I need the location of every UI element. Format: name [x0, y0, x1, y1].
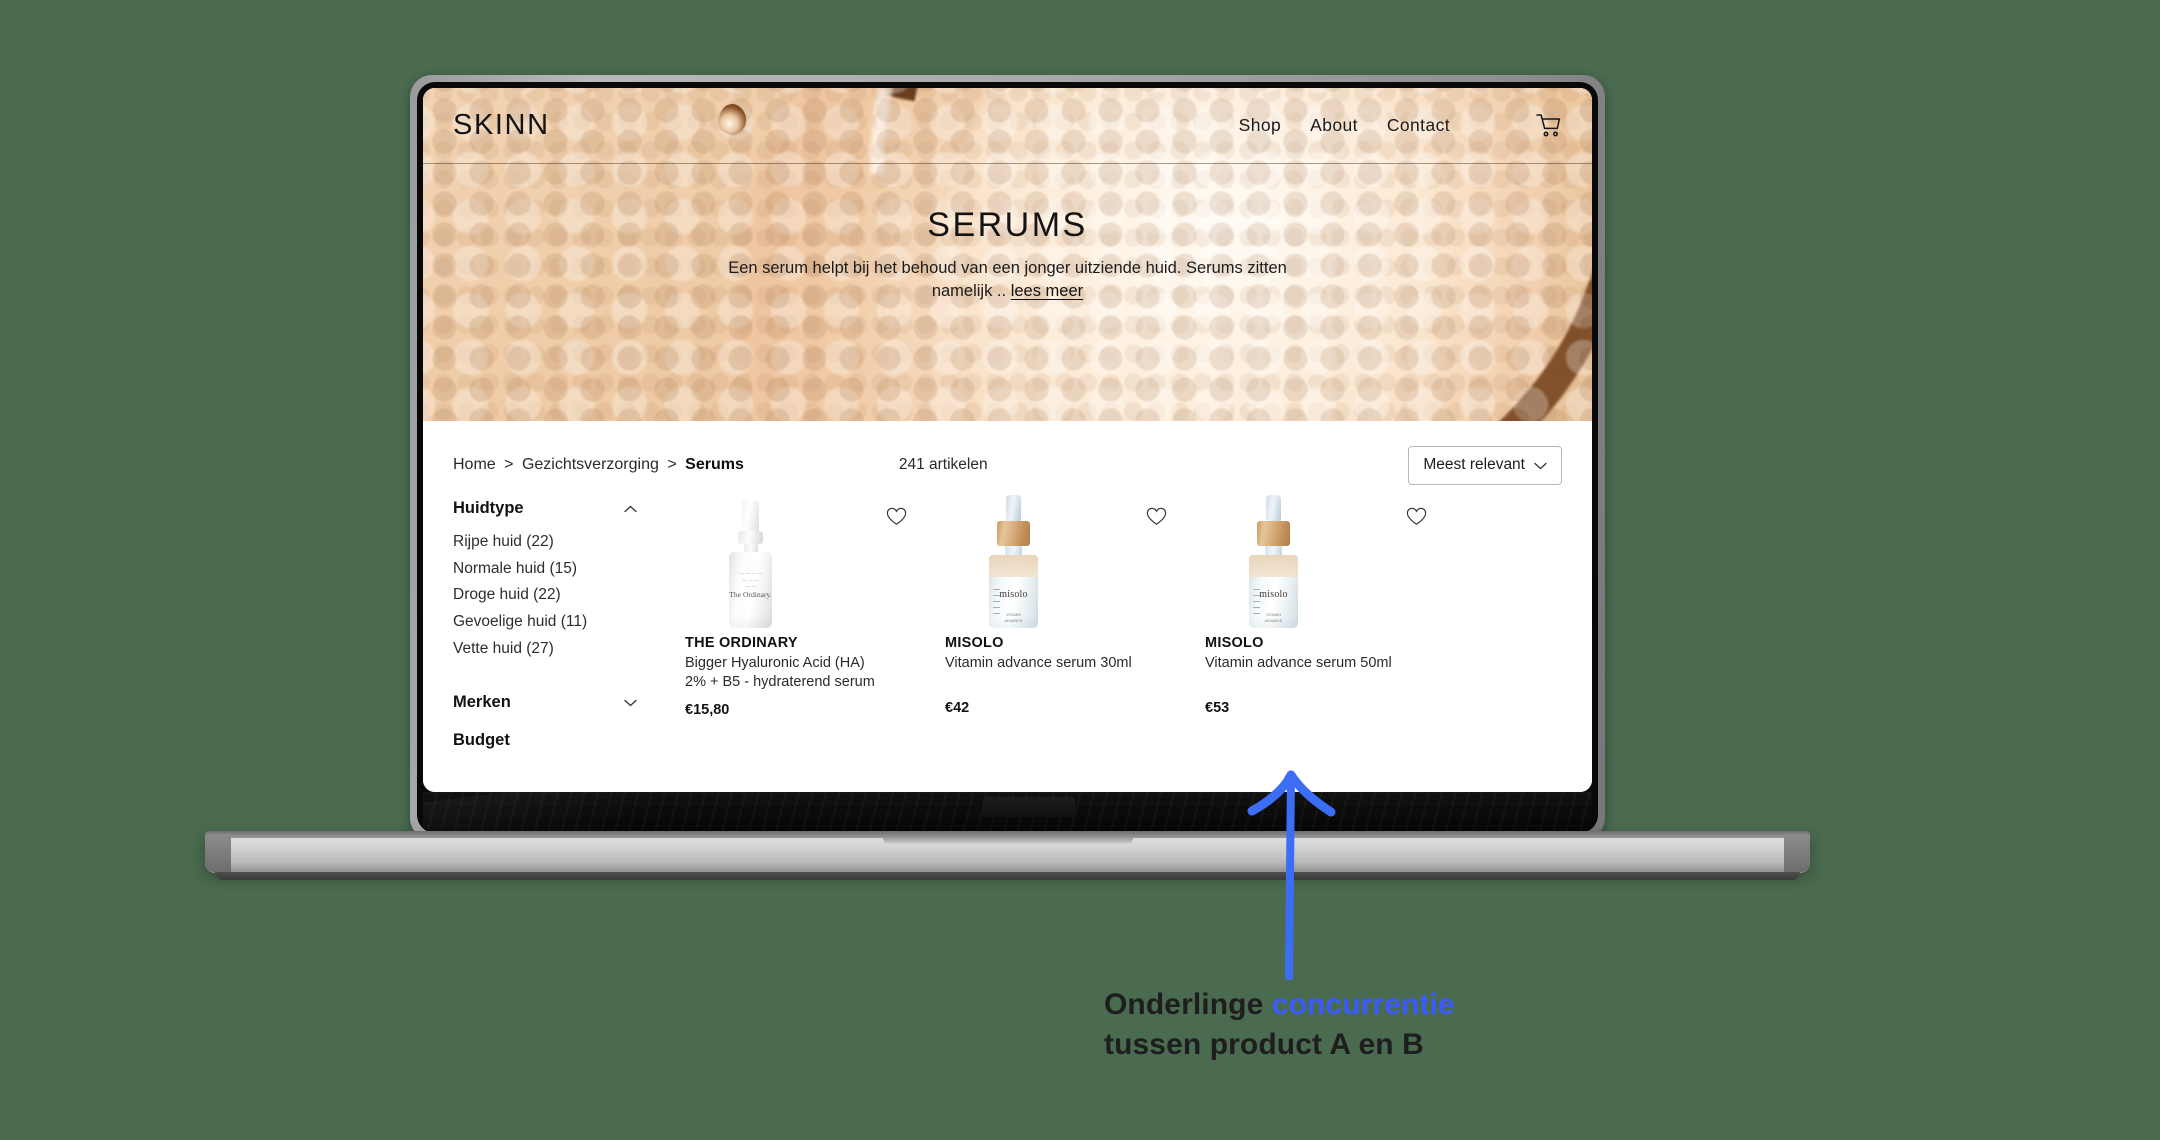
laptop-keyboard-deck: [423, 792, 1592, 833]
filter-option-rijpe-huid[interactable]: Rijpe huid (22): [453, 529, 685, 556]
product-media: misolo VITAMIN ADVANCE: [1205, 493, 1465, 628]
annotation-text: Onderlinge concurrentie tussen product A…: [1104, 985, 1744, 1064]
sort-selected-label: Meest relevant: [1423, 456, 1525, 473]
site-header: SKINN Shop About Contact: [423, 88, 1592, 164]
product-name-line1: Bigger Hyaluronic Acid (HA): [685, 655, 865, 671]
laptop-base-notch: [882, 838, 1133, 844]
product-grid: — — — — — — — — — The Ordinary. THE ORDI…: [685, 485, 1562, 750]
chevron-down-icon: [1534, 458, 1547, 473]
breadcrumb-separator: >: [667, 456, 677, 473]
product-media: — — — — — — — — — The Ordinary.: [685, 493, 945, 628]
product-price: €42: [945, 700, 970, 717]
laptop-base-edge-left: [205, 834, 231, 872]
nav-shop[interactable]: Shop: [1239, 115, 1281, 136]
breadcrumb-home[interactable]: Home: [453, 456, 496, 473]
laptop-mockup: SKINN Shop About Contact SERUMS Een seru…: [205, 75, 1810, 880]
catalog-toolbar: Home > Gezichtsverzorging > Serums 241 a…: [453, 421, 1562, 485]
laptop-base-edge-right: [1784, 834, 1810, 872]
product-name-line2: 2% + B5 - hydraterend serum: [685, 674, 875, 691]
main-nav: Shop About Contact: [1239, 113, 1562, 138]
breadcrumb-category[interactable]: Gezichtsverzorging: [522, 456, 659, 473]
product-brand: MISOLO: [1205, 635, 1264, 651]
nav-contact[interactable]: Contact: [1387, 115, 1450, 136]
article-count: 241 artikelen: [898, 456, 988, 473]
product-name: Bigger Hyaluronic Acid (HA) 2% + B5 - hy…: [685, 654, 925, 693]
annotation-line1-accent: concurrentie: [1271, 988, 1455, 1021]
bottle-brand-text: misolo: [999, 589, 1028, 600]
filter-sidebar: Huidtype Rijpe huid (22) Normale huid (1…: [453, 485, 685, 750]
hero-subtitle-line1: Een serum helpt bij het behoud van een j…: [728, 259, 1141, 277]
product-card[interactable]: misolo VITAMIN ADVANCE MISOLO Vitamin ad…: [945, 493, 1205, 750]
bottle-brand-text: The Ordinary.: [729, 590, 772, 599]
filter-huidtype-options: Rijpe huid (22) Normale huid (15) Droge …: [453, 529, 685, 662]
product-info: MISOLO Vitamin advance serum 50ml €53: [1205, 635, 1465, 716]
hero-section: SKINN Shop About Contact SERUMS Een seru…: [423, 88, 1592, 421]
favorite-button[interactable]: [1406, 507, 1427, 526]
filter-huidtype-label: Huidtype: [453, 499, 524, 517]
filter-merken-label: Merken: [453, 693, 511, 712]
hero-subtitle: Een serum helpt bij het behoud van een j…: [728, 257, 1288, 304]
product-price: €53: [1205, 700, 1230, 717]
favorite-button[interactable]: [886, 507, 907, 526]
shopping-cart-icon: [1535, 113, 1562, 138]
product-brand: MISOLO: [945, 635, 1004, 651]
breadcrumb-current: Serums: [685, 456, 744, 473]
breadcrumb: Home > Gezichtsverzorging > Serums: [453, 456, 744, 474]
read-more-link[interactable]: lees meer: [1011, 282, 1083, 300]
filter-option-droge-huid[interactable]: Droge huid (22): [453, 582, 685, 609]
bottle-label-top: — — — — — — — — —: [739, 571, 762, 590]
trackpad: [983, 797, 1075, 817]
favorite-button[interactable]: [1146, 507, 1167, 526]
heart-outline-icon: [1406, 507, 1427, 530]
product-media: misolo VITAMIN ADVANCE: [945, 493, 1205, 628]
cart-button[interactable]: [1535, 113, 1562, 138]
product-name: Vitamin advance serum 30ml: [945, 655, 1132, 671]
product-image-misolo-50ml: misolo VITAMIN ADVANCE: [1249, 495, 1298, 628]
filter-option-gevoelige-huid[interactable]: Gevoelige huid (11): [453, 609, 685, 636]
product-image-misolo-30ml: misolo VITAMIN ADVANCE: [989, 495, 1038, 628]
filter-option-normale-huid[interactable]: Normale huid (15): [453, 556, 685, 583]
annotation-line1-prefix: Onderlinge: [1104, 988, 1272, 1021]
filter-huidtype[interactable]: Huidtype: [453, 499, 685, 518]
filter-merken[interactable]: Merken: [453, 693, 685, 712]
product-price: €15,80: [685, 701, 730, 718]
product-info: THE ORDINARY Bigger Hyaluronic Acid (HA)…: [685, 635, 945, 718]
heart-outline-icon: [1146, 507, 1167, 530]
chevron-down-icon: [624, 695, 637, 710]
bottle-brand-text: misolo: [1259, 589, 1288, 600]
breadcrumb-separator: >: [504, 456, 514, 473]
filter-budget[interactable]: Budget: [453, 731, 685, 750]
annotation-line-2: tussen product A en B: [1104, 1027, 1424, 1061]
product-info: MISOLO Vitamin advance serum 30ml €42: [945, 635, 1205, 716]
bottle-label-bottom: VITAMIN ADVANCE: [1004, 613, 1023, 624]
laptop-base: [205, 831, 1810, 880]
product-brand: THE ORDINARY: [685, 635, 798, 651]
catalog-section: Home > Gezichtsverzorging > Serums 241 a…: [423, 421, 1592, 792]
laptop-base-foot: [215, 872, 1800, 880]
catalog-body: Huidtype Rijpe huid (22) Normale huid (1…: [453, 485, 1562, 750]
chevron-up-icon: [624, 501, 637, 516]
deck-reflection: [423, 792, 807, 833]
product-card[interactable]: — — — — — — — — — The Ordinary. THE ORDI…: [685, 493, 945, 750]
product-image-the-ordinary: — — — — — — — — — The Ordinary.: [729, 500, 772, 628]
product-card[interactable]: misolo VITAMIN ADVANCE MISOLO Vitamin ad…: [1205, 493, 1465, 750]
laptop-base-lip: [205, 831, 1810, 838]
hero-copy: SERUMS Een serum helpt bij het behoud va…: [423, 164, 1592, 304]
sort-dropdown[interactable]: Meest relevant: [1408, 445, 1562, 485]
heart-outline-icon: [886, 507, 907, 530]
site-logo[interactable]: SKINN: [453, 109, 550, 142]
annotation-line-1: Onderlinge concurrentie: [1104, 985, 1744, 1025]
bottle-label-bottom: VITAMIN ADVANCE: [1264, 613, 1283, 624]
product-name: Vitamin advance serum 50ml: [1205, 655, 1392, 671]
hero-title: SERUMS: [927, 206, 1088, 244]
filter-option-vette-huid[interactable]: Vette huid (27): [453, 636, 685, 663]
nav-about[interactable]: About: [1310, 115, 1358, 136]
browser-viewport: SKINN Shop About Contact SERUMS Een seru…: [423, 88, 1592, 792]
filter-budget-label: Budget: [453, 731, 510, 750]
